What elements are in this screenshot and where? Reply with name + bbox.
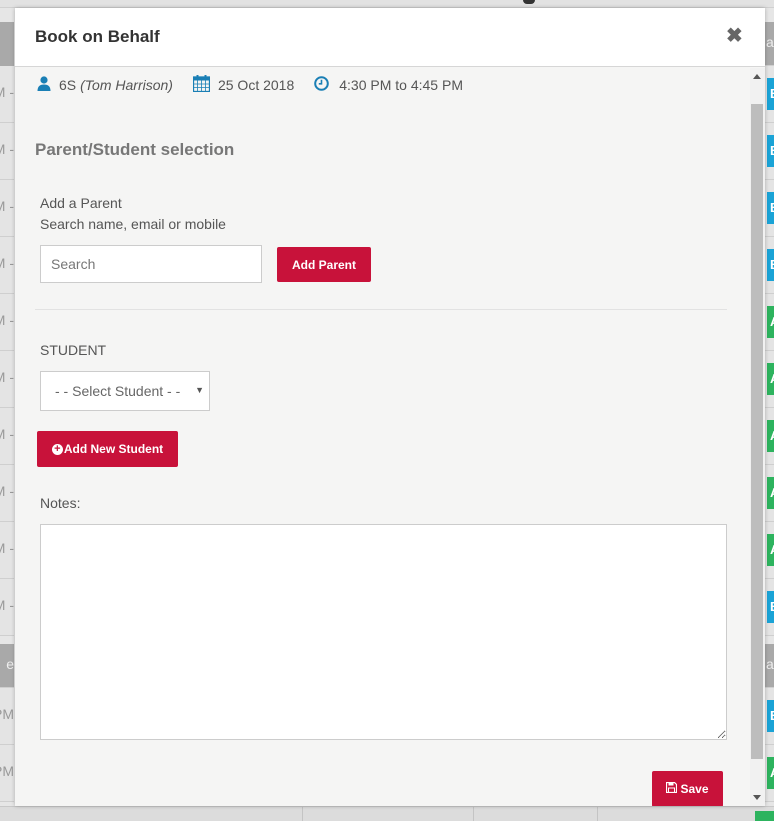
background-cell: A [765,351,774,408]
scroll-down-arrow-icon[interactable] [753,795,761,800]
scroll-up-arrow-icon[interactable] [753,74,761,79]
add-new-student-button[interactable]: + Add New Student [37,431,178,467]
notes-label: Notes: [40,495,81,511]
background-header-cell: a [765,644,774,688]
background-cell: M - [0,465,14,522]
background-cell: PM [0,688,14,745]
background-status-pill: B [767,192,774,224]
background-cell: PM [0,745,14,802]
background-status-pill [755,811,774,821]
teacher-name: (Tom Harrison) [80,77,173,93]
booking-date: 25 Oct 2018 [217,77,295,93]
modal-scrollbar[interactable] [750,68,765,806]
booking-time: 4:30 PM to 4:45 PM [339,77,463,93]
background-cell: M - [0,351,14,408]
background-cell: B [765,123,774,180]
chevron-down-icon: ▼ [195,385,204,395]
class-code: 6S [59,77,77,93]
student-label: STUDENT [40,342,107,358]
background-status-pill: B [767,135,774,167]
background-cell: M - [0,522,14,579]
background-cell: M - [0,237,14,294]
clock-icon [314,76,330,94]
add-parent-button[interactable]: Add Parent [277,247,371,282]
modal-body: 6S (Tom Harrison) 25 Oct 2018 4:30 PM to… [15,68,750,806]
background-status-pill: B [767,591,774,623]
background-cell: B [765,180,774,237]
background-status-pill: B [767,700,774,732]
student-select[interactable]: - - Select Student - - ▼ [40,371,210,411]
booking-meta: 6S (Tom Harrison) 25 Oct 2018 4:30 PM to… [37,75,483,95]
background-status-pill: A [767,306,774,338]
background-topbar [0,0,774,8]
add-parent-hint: Search name, email or mobile [40,216,226,232]
background-cell: M - [0,123,14,180]
background-cell: B [765,579,774,636]
background-status-pill: A [767,534,774,566]
background-top-icon [523,0,535,4]
save-button[interactable]: Save [652,771,723,806]
notes-textarea[interactable] [40,524,727,740]
background-cell: B [765,237,774,294]
background-cell: M - [0,180,14,237]
meta-teacher: 6S (Tom Harrison) [37,76,173,94]
background-cell: A [765,745,774,802]
background-header-cell: e [0,644,14,688]
background-divider [302,807,303,821]
background-status-pill: A [767,477,774,509]
background-cell: M - [0,66,14,123]
background-cell: M - [0,294,14,351]
background-cell: B [765,688,774,745]
add-new-student-label: Add New Student [63,442,164,456]
section-divider [35,309,727,310]
meta-time: 4:30 PM to 4:45 PM [314,76,463,94]
background-status-pill: B [767,78,774,110]
background-status-pill: A [767,757,774,789]
scrollbar-thumb[interactable] [751,104,763,759]
modal-header: Book on Behalf ✖ [15,8,765,67]
book-on-behalf-modal: Book on Behalf ✖ 6S (Tom Harrison) 25 Oc… [15,8,765,806]
background-left-column: M - M - M - M - M - M - M - M - M - M - … [0,22,14,812]
background-status-pill: A [767,363,774,395]
background-bottom-row [0,806,774,821]
plus-circle-icon: + [51,443,63,455]
background-cell: A [765,465,774,522]
student-select-value: - - Select Student - - [55,383,181,399]
background-cell: A [765,294,774,351]
background-header-cell: a [765,22,774,66]
parent-search-input[interactable] [40,245,262,283]
modal-title: Book on Behalf [35,27,160,46]
background-divider [473,807,474,821]
add-parent-label: Add a Parent [40,195,122,211]
save-label: Save [680,782,709,796]
background-cell: A [765,522,774,579]
section-title: Parent/Student selection [35,140,235,159]
meta-date: 25 Oct 2018 [192,75,295,95]
background-cell: A [765,408,774,465]
close-icon[interactable]: ✖ [726,24,743,48]
background-divider [597,807,598,821]
background-cell: B [765,66,774,123]
save-icon [666,781,678,796]
background-status-pill: A [767,420,774,452]
background-right-column: a B B B B A A A A A B a B A [765,22,774,812]
user-icon [37,76,51,94]
background-status-pill: B [767,249,774,281]
background-cell: M - [0,408,14,465]
calendar-icon [192,75,211,95]
background-cell: M - [0,579,14,636]
